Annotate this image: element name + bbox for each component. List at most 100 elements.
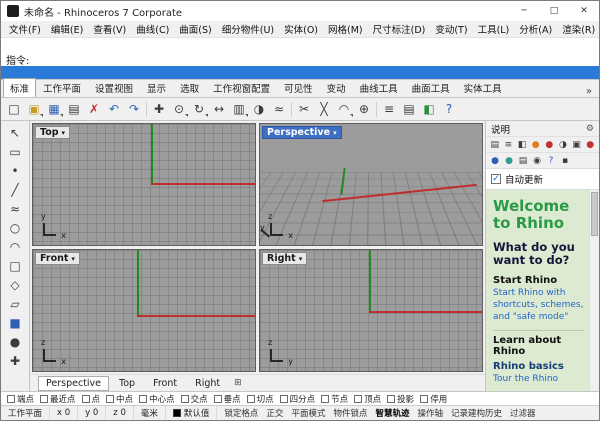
- display-tab-icon[interactable]: ◧: [516, 138, 528, 151]
- auto-update-checkbox[interactable]: ✓: [491, 174, 501, 184]
- cplane-button[interactable]: 工作平面: [1, 406, 50, 420]
- undo-icon[interactable]: ↶: [104, 100, 124, 119]
- menu-curve[interactable]: 曲线(C): [131, 21, 174, 37]
- circle-tool-icon[interactable]: ○: [3, 218, 27, 237]
- trim-icon[interactable]: ✂: [294, 100, 314, 119]
- select-tool-icon[interactable]: ↖: [3, 123, 27, 142]
- osnap-point[interactable]: 点: [82, 393, 101, 405]
- menu-render[interactable]: 渲染(R): [557, 21, 600, 37]
- menu-file[interactable]: 文件(F): [4, 21, 46, 37]
- gear-icon[interactable]: ⚙: [586, 124, 594, 134]
- materials-tab-icon[interactable]: ●: [530, 138, 542, 151]
- display-icon[interactable]: ◧: [419, 100, 439, 119]
- osnap-perpendicular[interactable]: 垂点: [214, 393, 241, 405]
- move-icon[interactable]: ↔: [209, 100, 229, 119]
- mirror-icon[interactable]: ◑: [249, 100, 269, 119]
- osnap-quadrant[interactable]: 四分点: [280, 393, 316, 405]
- redo-icon[interactable]: ↷: [124, 100, 144, 119]
- render-tab-icon[interactable]: ●: [544, 138, 556, 151]
- delete-icon[interactable]: ✗: [84, 100, 104, 119]
- copy-icon[interactable]: ▥: [229, 100, 249, 119]
- menu-edit[interactable]: 编辑(E): [46, 21, 88, 37]
- help-icon[interactable]: ?: [439, 100, 459, 119]
- osnap-knot[interactable]: 节点: [321, 393, 348, 405]
- tab-transform[interactable]: 变动: [320, 78, 353, 97]
- menu-analyze[interactable]: 分析(A): [514, 21, 557, 37]
- selection-filter-icon[interactable]: ▭: [3, 142, 27, 161]
- tab-standard[interactable]: 标准: [3, 78, 36, 97]
- properties-icon[interactable]: ▤: [399, 100, 419, 119]
- zoom-extents-icon[interactable]: ⊙: [169, 100, 189, 119]
- osnap-mid[interactable]: 中点: [106, 393, 133, 405]
- close-button[interactable]: ✕: [569, 1, 599, 21]
- curve-tool-icon[interactable]: ≈: [3, 199, 27, 218]
- start-rhino-link[interactable]: Start Rhino with shortcuts, schemes, and…: [493, 288, 584, 323]
- osnap-tangent[interactable]: 切点: [247, 393, 274, 405]
- web-tab-icon[interactable]: ◉: [531, 154, 543, 167]
- four-view-icon[interactable]: ⊞: [234, 378, 242, 388]
- surface-tool-icon[interactable]: ▱: [3, 294, 27, 313]
- save-icon[interactable]: ▦: [44, 100, 64, 119]
- sphere-tool-icon[interactable]: ●: [3, 332, 27, 351]
- tour-the-rhino-link[interactable]: Tour the Rhino: [493, 374, 584, 386]
- polyline-tool-icon[interactable]: ╱: [3, 180, 27, 199]
- point-tool-icon[interactable]: •: [3, 161, 27, 180]
- osnap-project[interactable]: 投影: [387, 393, 414, 405]
- menu-subd[interactable]: 细分物件(U): [217, 21, 279, 37]
- osnap-disable[interactable]: 停用: [420, 393, 447, 405]
- offset-icon[interactable]: ≈: [269, 100, 289, 119]
- tab-surface-tools[interactable]: 曲面工具: [405, 78, 457, 97]
- join-icon[interactable]: ⊕: [354, 100, 374, 119]
- grid-snap-toggle[interactable]: 锁定格点: [224, 407, 258, 419]
- polygon-tool-icon[interactable]: ◇: [3, 275, 27, 294]
- menu-tools[interactable]: 工具(L): [473, 21, 515, 37]
- pan-icon[interactable]: ✚: [149, 100, 169, 119]
- tab-display[interactable]: 显示: [140, 78, 173, 97]
- tab-visibility[interactable]: 可见性: [277, 78, 320, 97]
- box-tool-icon[interactable]: ■: [3, 313, 27, 332]
- smarttrack-toggle[interactable]: 智慧轨迹: [375, 407, 409, 419]
- move-tool-icon[interactable]: ✚: [3, 351, 27, 370]
- tab-viewport-layout[interactable]: 工作视窗配置: [206, 78, 277, 97]
- record-history-toggle[interactable]: 记录建构历史: [451, 407, 502, 419]
- properties-tab-icon[interactable]: ▤: [489, 138, 501, 151]
- viewport-tab-top[interactable]: Top: [111, 376, 143, 391]
- help-tab-icon[interactable]: ?: [545, 154, 557, 167]
- print-icon[interactable]: ▤: [64, 100, 84, 119]
- menu-solid[interactable]: 实体(O): [279, 21, 323, 37]
- viewport-front[interactable]: Front ▾ z x: [32, 249, 256, 372]
- maximize-button[interactable]: □: [539, 1, 569, 21]
- menu-surface[interactable]: 曲面(S): [174, 21, 216, 37]
- viewport-perspective-title[interactable]: Perspective ▾: [262, 126, 342, 139]
- scrollbar-thumb[interactable]: [591, 192, 598, 236]
- tab-solid-tools[interactable]: 实体工具: [457, 78, 509, 97]
- open-file-icon[interactable]: ▣: [24, 100, 44, 119]
- tab-curve-tools[interactable]: 曲线工具: [353, 78, 405, 97]
- menu-dimension[interactable]: 尺寸标注(D): [368, 21, 431, 37]
- arc-tool-icon[interactable]: ◠: [3, 237, 27, 256]
- osnap-intersection[interactable]: 交点: [181, 393, 208, 405]
- layers-tab-icon[interactable]: ≡: [503, 138, 515, 151]
- new-file-icon[interactable]: □: [4, 100, 24, 119]
- rectangle-tool-icon[interactable]: □: [3, 256, 27, 275]
- rotate-view-icon[interactable]: ↻: [189, 100, 209, 119]
- viewport-tab-perspective[interactable]: Perspective: [38, 376, 109, 391]
- osnap-end[interactable]: 端点: [7, 393, 34, 405]
- tab-select[interactable]: 选取: [173, 78, 206, 97]
- filter-toggle[interactable]: 过滤器: [510, 407, 536, 419]
- pin-tab-icon[interactable]: ▪: [559, 154, 571, 167]
- environment-tab-icon[interactable]: ●: [503, 154, 515, 167]
- viewport-top[interactable]: Top ▾ y x: [32, 123, 256, 246]
- fillet-icon[interactable]: ◠: [334, 100, 354, 119]
- osnap-near[interactable]: 最近点: [40, 393, 76, 405]
- units-button[interactable]: 毫米: [134, 406, 166, 420]
- minimize-button[interactable]: ─: [509, 1, 539, 21]
- tab-cplanes[interactable]: 工作平面: [36, 78, 88, 97]
- command-prompt[interactable]: 指令:: [1, 53, 599, 66]
- viewport-front-title[interactable]: Front ▾: [35, 252, 80, 265]
- planar-toggle[interactable]: 平面模式: [291, 407, 325, 419]
- menu-mesh[interactable]: 网格(M): [323, 21, 368, 37]
- osnap-center[interactable]: 中心点: [139, 393, 175, 405]
- viewport-top-title[interactable]: Top ▾: [35, 126, 70, 139]
- libraries-tab-icon[interactable]: ▣: [571, 138, 583, 151]
